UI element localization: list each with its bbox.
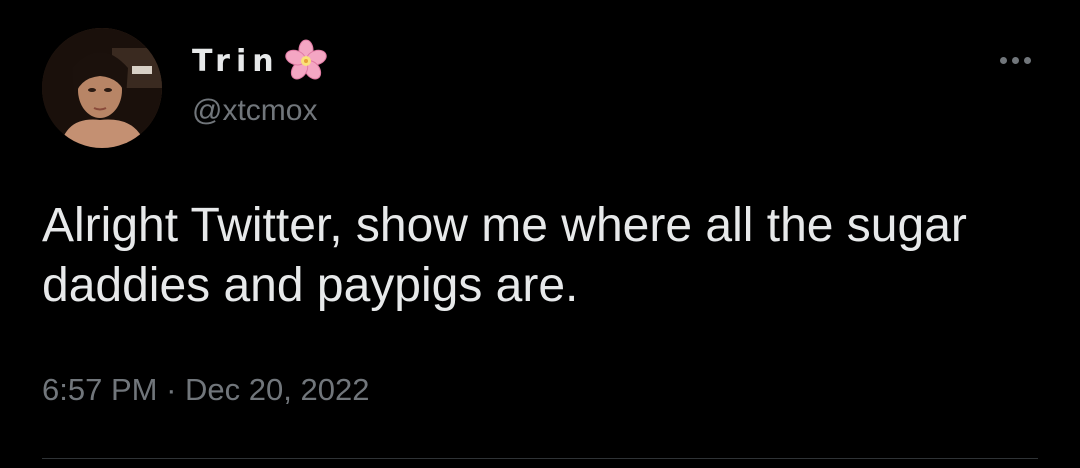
divider xyxy=(42,458,1038,459)
cherry-blossom-icon xyxy=(284,39,328,83)
tweet-date[interactable]: Dec 20, 2022 xyxy=(185,372,369,407)
tweet-text: Alright Twitter, show me where all the s… xyxy=(42,199,967,312)
tweet-card: Trin @xtcmox Alright Twitter, show me wh… xyxy=(0,0,1080,468)
author-name-row: Trin xyxy=(192,39,328,83)
more-horizontal-icon[interactable] xyxy=(996,48,1036,72)
timestamp-separator: · xyxy=(166,372,177,407)
display-name[interactable]: Trin xyxy=(192,44,280,79)
author-handle[interactable]: @xtcmox xyxy=(192,94,317,128)
tweet-timestamp: 6:57 PM · Dec 20, 2022 xyxy=(42,372,369,408)
avatar-photo xyxy=(42,28,162,148)
tweet-time[interactable]: 6:57 PM xyxy=(42,372,157,407)
avatar[interactable] xyxy=(42,28,162,148)
